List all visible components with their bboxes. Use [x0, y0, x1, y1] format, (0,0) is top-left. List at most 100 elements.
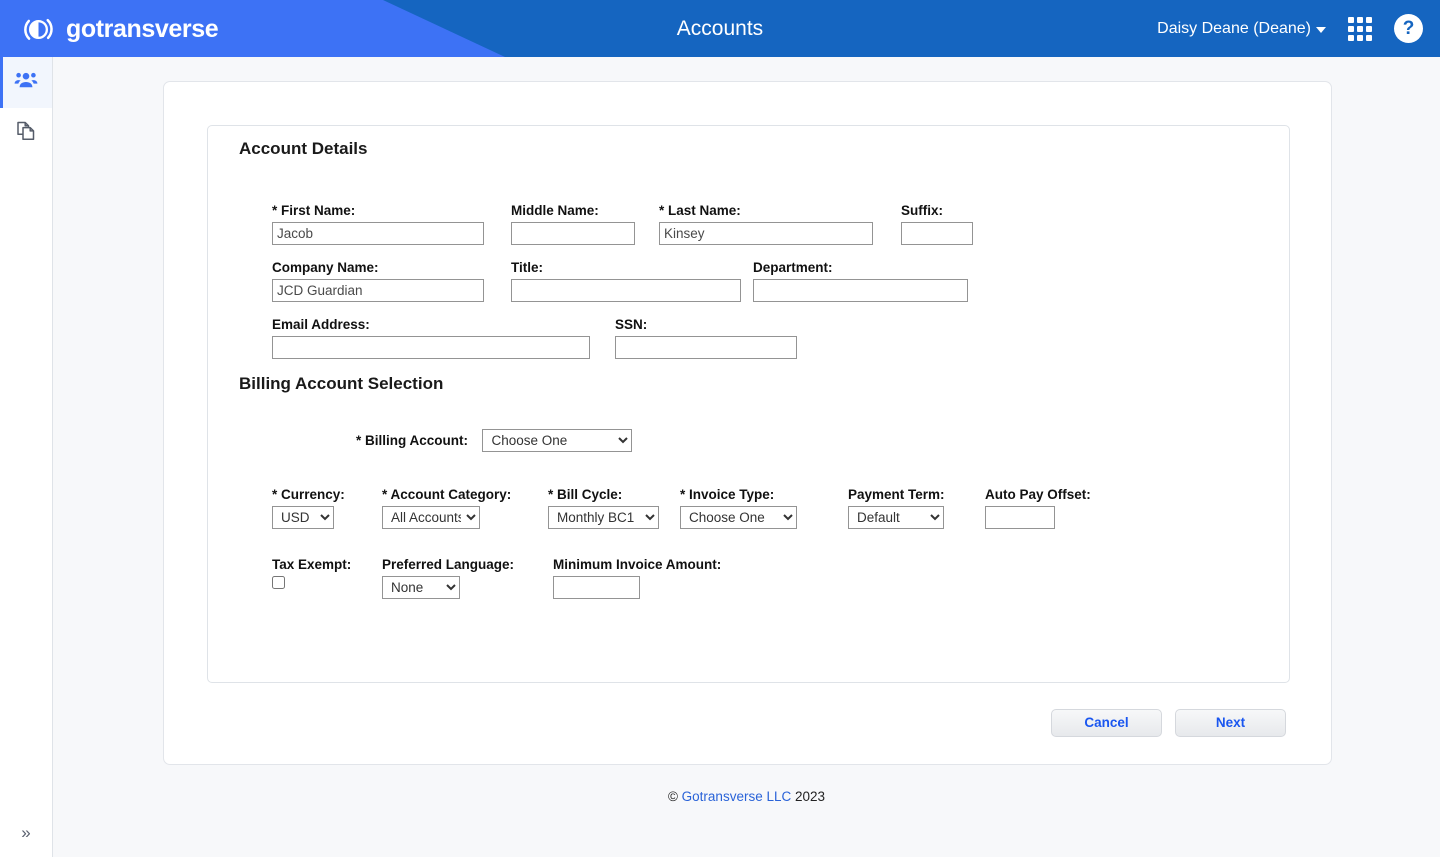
field-title: Title:: [511, 261, 741, 302]
field-company-name: Company Name:: [272, 261, 484, 302]
first-name-label: * First Name:: [272, 204, 484, 218]
required-marker: *: [680, 487, 686, 502]
field-payment-term: Payment Term: Default: [848, 488, 945, 529]
company-link[interactable]: Gotransverse LLC: [682, 789, 792, 804]
email-address-input[interactable]: [272, 336, 590, 359]
title-label: Title:: [511, 261, 741, 275]
field-minimum-invoice-amount: Minimum Invoice Amount:: [553, 558, 721, 599]
company-name-label: Company Name:: [272, 261, 484, 275]
tax-exempt-checkbox[interactable]: [272, 576, 285, 589]
middle-name-label: Middle Name:: [511, 204, 635, 218]
last-name-label: * Last Name:: [659, 204, 873, 218]
ssn-input[interactable]: [615, 336, 797, 359]
field-bill-cycle: * Bill Cycle: Monthly BC1: [548, 488, 659, 529]
required-marker: *: [548, 487, 554, 502]
department-label: Department:: [753, 261, 968, 275]
label-text: Payment Term:: [848, 487, 945, 502]
tax-exempt-label: Tax Exempt:: [272, 558, 351, 572]
field-account-category: * Account Category: All Accounts: [382, 488, 511, 529]
billing-account-select[interactable]: Choose One: [482, 429, 633, 452]
minimum-invoice-amount-label: Minimum Invoice Amount:: [553, 558, 721, 572]
cancel-button[interactable]: Cancel: [1051, 709, 1162, 737]
company-name-input[interactable]: [272, 279, 484, 302]
form-actions: Cancel Next: [1051, 709, 1286, 737]
field-currency: * Currency: USD: [272, 488, 345, 529]
account-category-select[interactable]: All Accounts: [382, 506, 480, 529]
title-input[interactable]: [511, 279, 741, 302]
auto-pay-offset-label: Auto Pay Offset:: [985, 488, 1091, 502]
people-group-icon: [14, 68, 38, 97]
label-text: Invoice Type:: [689, 487, 775, 502]
account-form-card: Account Details * First Name: Middle Nam…: [163, 81, 1332, 765]
sidebar-item-accounts[interactable]: [0, 57, 52, 108]
billing-account-selection-heading: Billing Account Selection: [239, 374, 444, 393]
department-input[interactable]: [753, 279, 968, 302]
label-text: SSN:: [615, 317, 648, 332]
label-text: Middle Name:: [511, 203, 599, 218]
main-content: Account Details * First Name: Middle Nam…: [53, 57, 1440, 857]
last-name-input[interactable]: [659, 222, 873, 245]
suffix-label: Suffix:: [901, 204, 973, 218]
header-actions: Daisy Deane (Deane) ?: [1157, 0, 1423, 57]
label-text: Minimum Invoice Amount:: [553, 557, 722, 572]
label-text: Bill Cycle:: [557, 487, 623, 502]
copyright-symbol: ©: [667, 789, 678, 804]
label-text: Company Name:: [272, 260, 379, 275]
copyright-year: 2023: [795, 789, 826, 804]
copy-documents-icon: [15, 120, 37, 147]
label-text: Currency:: [281, 487, 345, 502]
minimum-invoice-amount-input[interactable]: [553, 576, 640, 599]
required-marker: *: [272, 487, 278, 502]
account-form-panel: Account Details * First Name: Middle Nam…: [207, 125, 1290, 683]
account-category-label: * Account Category:: [382, 488, 511, 502]
field-auto-pay-offset: Auto Pay Offset:: [985, 488, 1091, 529]
brand-name: gotransverse: [66, 14, 219, 43]
label-text: Department:: [753, 260, 833, 275]
preferred-language-select[interactable]: None: [382, 576, 460, 599]
chevron-down-icon: [1316, 27, 1326, 33]
user-menu-label: Daisy Deane (Deane): [1157, 19, 1311, 37]
bill-cycle-label: * Bill Cycle:: [548, 488, 659, 502]
field-preferred-language: Preferred Language: None: [382, 558, 514, 599]
apps-grid-icon[interactable]: [1348, 16, 1372, 41]
ssn-label: SSN:: [615, 318, 797, 332]
invoice-type-select[interactable]: Choose One: [680, 506, 797, 529]
currency-label: * Currency:: [272, 488, 345, 502]
label-text: Auto Pay Offset:: [985, 487, 1091, 502]
first-name-input[interactable]: [272, 222, 484, 245]
label-text: Last Name:: [668, 203, 741, 218]
email-address-label: Email Address:: [272, 318, 590, 332]
auto-pay-offset-input[interactable]: [985, 506, 1055, 529]
field-first-name: * First Name:: [272, 204, 484, 245]
payment-term-select[interactable]: Default: [848, 506, 944, 529]
currency-select[interactable]: USD: [272, 506, 334, 529]
gotransverse-circle-logo-icon: [22, 13, 55, 46]
user-menu[interactable]: Daisy Deane (Deane): [1157, 20, 1326, 38]
label-text: Preferred Language:: [382, 557, 515, 572]
middle-name-input[interactable]: [511, 222, 635, 245]
brand: gotransverse: [22, 9, 219, 49]
sidebar-item-products[interactable]: [0, 108, 52, 159]
sidebar-expand-toggle[interactable]: »: [0, 809, 52, 857]
payment-term-label: Payment Term:: [848, 488, 945, 502]
field-invoice-type: * Invoice Type: Choose One: [680, 488, 797, 529]
field-last-name: * Last Name:: [659, 204, 873, 245]
next-button[interactable]: Next: [1175, 709, 1286, 737]
left-sidebar: »: [0, 57, 53, 857]
invoice-type-label: * Invoice Type:: [680, 488, 797, 502]
field-tax-exempt: Tax Exempt:: [272, 558, 351, 589]
question-mark-icon[interactable]: ?: [1394, 14, 1423, 43]
field-ssn: SSN:: [615, 318, 797, 359]
field-suffix: Suffix:: [901, 204, 973, 245]
label-text: Email Address:: [272, 317, 370, 332]
suffix-input[interactable]: [901, 222, 973, 245]
field-billing-account: * Billing Account: Choose One: [356, 429, 633, 452]
field-email-address: Email Address:: [272, 318, 590, 359]
label-text: Tax Exempt:: [272, 557, 352, 572]
label-text: Account Category:: [390, 487, 512, 502]
bill-cycle-select[interactable]: Monthly BC1: [548, 506, 659, 529]
account-details-heading: Account Details: [239, 139, 368, 158]
required-marker: *: [382, 487, 388, 502]
app-header: gotransverse Accounts Daisy Deane (Deane…: [0, 0, 1440, 57]
footer: © Gotransverse LLC 2023: [53, 789, 1440, 804]
